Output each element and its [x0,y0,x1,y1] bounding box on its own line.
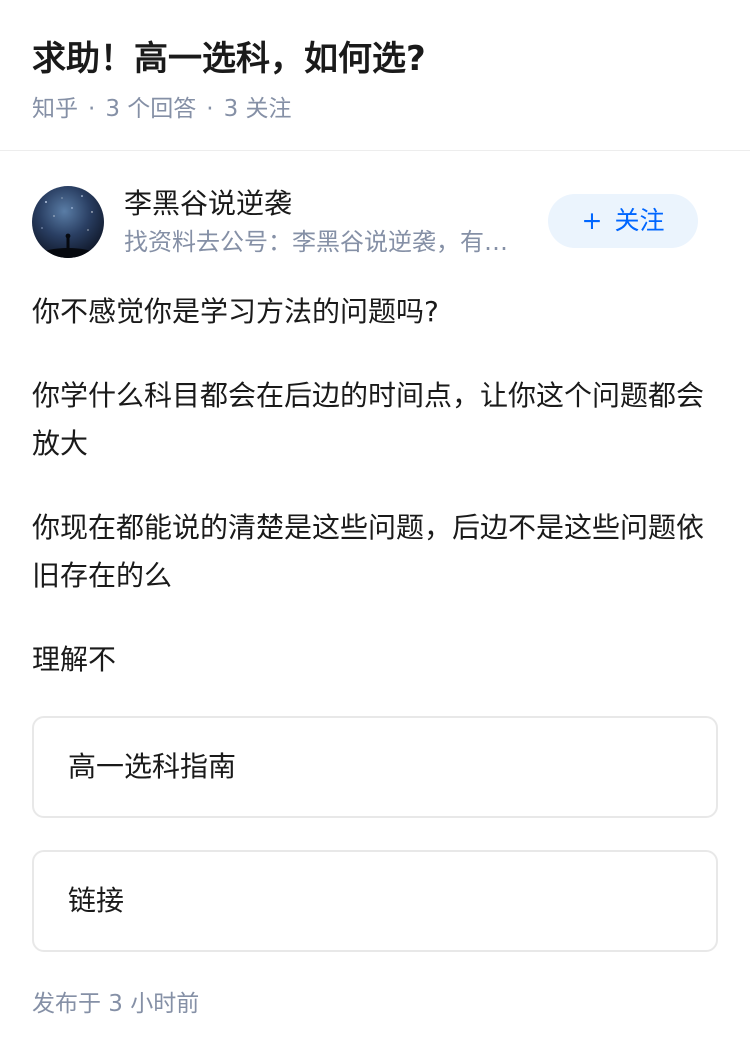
author-name[interactable]: 李黑谷说逆袭 [124,184,292,224]
answer-paragraph: 你现在都能说的清楚是这些问题，后边不是这些问题依旧存在的么 [32,511,705,592]
question-title[interactable]: 求助！高一选科，如何选? [32,34,426,84]
answer-paragraph: 理解不 [32,643,117,676]
author-row: 李黑谷说逆袭 找资料去公号：李黑谷说逆袭，有… + 关注 [32,184,718,258]
follow-button[interactable]: + 关注 [548,194,698,248]
publish-time: 发布于 3 小时前 [32,991,200,1017]
separator-dot: · [206,96,214,122]
question-meta: 知乎 · 3 个回答 · 3 关注 [32,92,292,126]
answer-count[interactable]: 3 个回答 [105,96,196,122]
answer-content: 你不感觉你是学习方法的问题吗? 你学什么科目都会在后边的时间点，让你这个问题都会… [32,288,718,720]
source-label[interactable]: 知乎 [32,96,78,122]
answer-paragraph: 你学什么科目都会在后边的时间点，让你这个问题都会放大 [32,379,705,460]
follow-label: 关注 [614,206,665,235]
follower-count: 3 关注 [223,96,292,122]
avatar[interactable] [32,186,104,258]
answer-paragraph: 你不感觉你是学习方法的问题吗? [32,295,439,328]
separator-dot: · [88,96,96,122]
link-card-guide[interactable]: 高一选科指南 [32,716,718,818]
author-bio: 找资料去公号：李黑谷说逆袭，有… [124,228,508,256]
link-card-link[interactable]: 链接 [32,850,718,952]
question-header: 求助！高一选科，如何选? 知乎 · 3 个回答 · 3 关注 [0,0,750,151]
plus-icon: + [581,206,603,235]
